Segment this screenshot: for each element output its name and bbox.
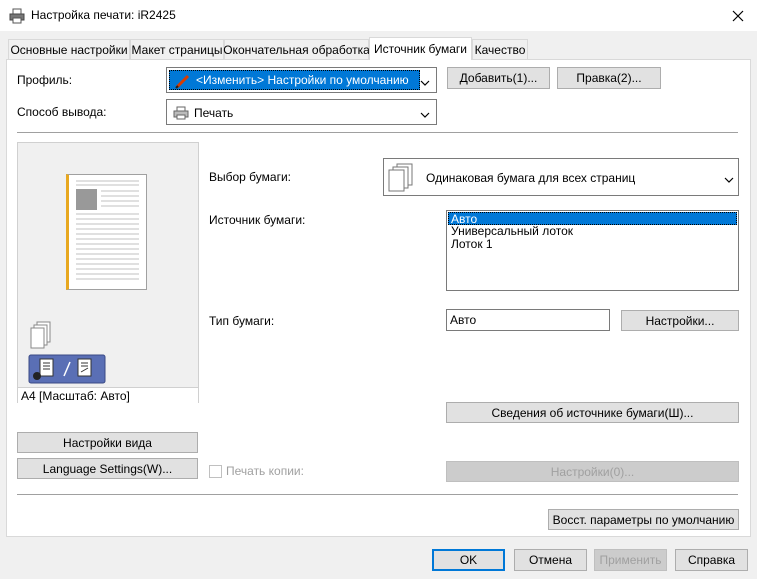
paper-type-label: Тип бумаги:: [209, 314, 275, 328]
help-button[interactable]: Справка: [675, 549, 748, 571]
paper-selection-value: Одинаковая бумага для всех страниц: [426, 171, 636, 185]
preview-caption-bar: A4 [Масштаб: Авто]: [18, 387, 198, 403]
apply-button[interactable]: Применить: [594, 549, 667, 571]
cancel-button[interactable]: Отмена: [514, 549, 587, 571]
printer-icon: [9, 8, 25, 24]
title-bar[interactable]: Настройка печати: iR2425: [0, 0, 757, 31]
paper-type-field[interactable]: Авто: [446, 309, 610, 331]
output-method-select[interactable]: Печать: [166, 99, 437, 125]
tab-basic-settings[interactable]: Основные настройки: [8, 39, 130, 59]
ok-button[interactable]: OK: [432, 549, 505, 571]
separator: [17, 494, 738, 495]
profile-select[interactable]: <Изменить> Настройки по умолчанию: [166, 67, 437, 93]
print-copies-settings-button[interactable]: Настройки(0)...: [446, 461, 739, 482]
window-title: Настройка печати: iR2425: [31, 8, 176, 22]
duplex-mode-icon[interactable]: [28, 354, 106, 384]
tab-quality[interactable]: Качество: [472, 39, 528, 59]
tab-page-layout[interactable]: Макет страницы: [130, 39, 224, 59]
paper-selection-label: Выбор бумаги:: [209, 170, 291, 184]
print-copies-label: Печать копии:: [226, 464, 304, 478]
list-item[interactable]: Лоток 1: [448, 238, 737, 251]
paper-source-label: Источник бумаги:: [209, 213, 306, 227]
separator: [17, 132, 738, 133]
edit-profile-button[interactable]: Правка(2)...: [557, 67, 661, 89]
add-profile-button[interactable]: Добавить(1)...: [447, 67, 550, 89]
profile-label: Профиль:: [17, 73, 73, 87]
chevron-down-icon: [420, 108, 430, 122]
paper-stack-icon: [388, 163, 414, 193]
paper-source-info-button[interactable]: Сведения об источнике бумаги(Ш)...: [446, 402, 739, 423]
preview-caption: A4 [Масштаб: Авто]: [21, 389, 130, 403]
output-method-value: Печать: [194, 106, 234, 120]
paper-type-value: Авто: [450, 313, 477, 327]
close-icon[interactable]: [728, 6, 748, 26]
print-copies-checkbox[interactable]: [209, 465, 222, 478]
profile-value: <Изменить> Настройки по умолчанию: [196, 73, 409, 87]
tab-paper-source[interactable]: Источник бумаги: [369, 37, 472, 60]
page-preview: [66, 174, 147, 290]
paper-type-settings-button[interactable]: Настройки...: [621, 310, 739, 331]
paper-stack-icon: [30, 321, 52, 351]
tab-finishing[interactable]: Окончательная обработка: [223, 39, 370, 59]
pencil-icon: [174, 72, 192, 90]
view-settings-button[interactable]: Настройки вида: [17, 432, 198, 453]
paper-source-list[interactable]: Авто Универсальный лоток Лоток 1: [446, 210, 739, 291]
restore-defaults-button[interactable]: Восст. параметры по умолчанию: [548, 509, 739, 530]
printer-icon: [173, 105, 189, 121]
chevron-down-icon: [724, 173, 734, 187]
chevron-down-icon: [420, 76, 430, 90]
language-settings-button[interactable]: Language Settings(W)...: [17, 458, 198, 479]
paper-selection-select[interactable]: Одинаковая бумага для всех страниц: [383, 158, 739, 196]
output-method-label: Способ вывода:: [17, 105, 107, 119]
preview-panel: A4 [Масштаб: Авто]: [17, 142, 199, 403]
